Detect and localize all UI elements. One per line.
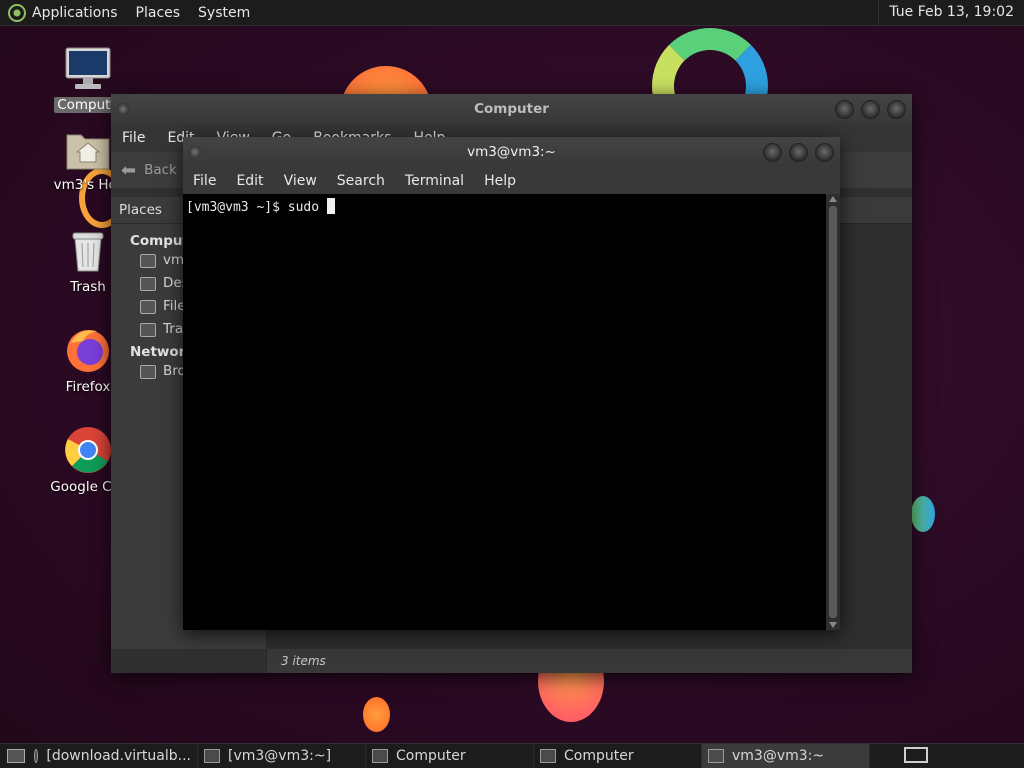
close-button[interactable] (887, 100, 906, 119)
desktop-icon (140, 276, 156, 291)
terminal-menubar: File Edit View Search Terminal Help (183, 167, 840, 194)
menu-view[interactable]: View (274, 173, 327, 189)
taskbar-item-terminal[interactable]: [vm3@vm3:~] (198, 744, 366, 768)
minimize-button[interactable] (835, 100, 854, 119)
chrome-icon (65, 427, 111, 473)
show-desktop-button[interactable] (4, 744, 28, 768)
terminal-scrollbar[interactable] (826, 194, 840, 630)
maximize-button[interactable] (861, 100, 880, 119)
clock[interactable]: Tue Feb 13, 19:02 (878, 0, 1024, 25)
top-panel: Applications Places System Tue Feb 13, 1… (0, 0, 1024, 26)
menu-search[interactable]: Search (327, 173, 395, 189)
computer-icon (372, 749, 388, 763)
status-bar: 3 items (266, 649, 912, 673)
terminal-prompt-line: [vm3@vm3 ~]$ sudo (186, 200, 327, 215)
taskbar-item-label: Computer (396, 748, 466, 764)
taskbar-item-computer-1[interactable]: Computer (366, 744, 534, 768)
close-button[interactable] (815, 143, 834, 162)
taskbar-item-label: vm3@vm3:~ (732, 748, 825, 764)
chrome-icon (34, 749, 39, 763)
home-folder-icon (66, 134, 110, 170)
terminal-window: vm3@vm3:~ File Edit View Search Terminal… (183, 137, 840, 630)
desktop-icon-label: Trash (70, 279, 106, 295)
applications-menu[interactable]: Applications (32, 5, 118, 21)
taskbar-item-label: [vm3@vm3:~] (228, 748, 332, 764)
wallpaper-tiny-orange (363, 697, 390, 732)
network-icon (140, 364, 156, 379)
file-manager-titlebar[interactable]: Computer (111, 94, 912, 124)
minimize-button[interactable] (763, 143, 782, 162)
back-button[interactable]: Back (144, 162, 177, 178)
distro-logo-icon[interactable] (8, 3, 26, 22)
show-desktop-icon (7, 749, 25, 763)
desktop-icon-label: Firefox (65, 379, 111, 395)
trash-icon (140, 322, 156, 337)
computer-icon (540, 749, 556, 763)
menu-file[interactable]: File (111, 130, 156, 146)
menu-file[interactable]: File (183, 173, 226, 189)
workspace-switcher[interactable] (904, 747, 928, 763)
maximize-button[interactable] (789, 143, 808, 162)
menu-help[interactable]: Help (474, 173, 526, 189)
taskbar-item-label: [download.virtualb... (46, 748, 191, 764)
scroll-down-arrow-icon[interactable] (829, 622, 837, 628)
window-title: vm3@vm3:~ (467, 144, 556, 160)
back-arrow-icon[interactable]: ⬅ (121, 160, 136, 181)
menu-edit[interactable]: Edit (226, 173, 273, 189)
terminal-titlebar[interactable]: vm3@vm3:~ (183, 137, 840, 167)
scrollbar-thumb[interactable] (829, 206, 837, 618)
trash-icon (72, 232, 104, 272)
bottom-taskbar: [download.virtualb... [vm3@vm3:~] Comput… (0, 743, 1024, 768)
window-title: Computer (474, 101, 549, 117)
firefox-icon (67, 330, 109, 372)
terminal-icon (204, 749, 220, 763)
text-cursor (326, 198, 335, 214)
wallpaper-teal-blob (911, 496, 935, 532)
taskbar-item-label: Computer (564, 748, 634, 764)
sidebar-item-label: Tra (163, 321, 184, 337)
taskbar-item-chrome[interactable]: [download.virtualb... (28, 744, 198, 768)
menu-terminal[interactable]: Terminal (395, 173, 474, 189)
system-menu[interactable]: System (198, 5, 250, 21)
taskbar-item-computer-2[interactable]: Computer (534, 744, 702, 768)
scroll-up-arrow-icon[interactable] (829, 196, 837, 202)
filesystem-icon (140, 299, 156, 314)
window-menu-icon[interactable] (117, 103, 129, 115)
places-menu[interactable]: Places (136, 5, 181, 21)
taskbar-item-terminal-active[interactable]: vm3@vm3:~ (702, 744, 870, 768)
computer-icon (65, 47, 111, 89)
home-icon (140, 253, 156, 268)
window-menu-icon[interactable] (189, 146, 201, 158)
terminal-icon (708, 749, 724, 763)
terminal-screen[interactable]: [vm3@vm3 ~]$ sudo (183, 194, 826, 630)
